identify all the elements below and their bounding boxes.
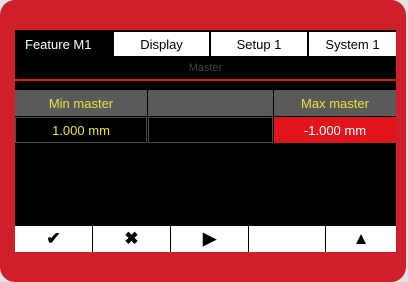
empty-value[interactable]	[148, 117, 273, 143]
page-title: Master	[188, 62, 223, 74]
play-button[interactable]: ▶	[171, 226, 249, 252]
min-master-header: Min master	[15, 90, 147, 116]
tab-feature-m1[interactable]: Feature M1	[15, 30, 112, 58]
empty-header	[148, 90, 273, 116]
min-master-value[interactable]: 1.000 mm	[15, 117, 147, 143]
max-master-header: Max master	[274, 90, 396, 116]
tab-setup-1[interactable]: Setup 1	[211, 32, 307, 56]
max-master-value[interactable]: -1.000 mm	[274, 117, 396, 143]
tab-display[interactable]: Display	[114, 32, 209, 56]
device-frame: Feature M1 Display Setup 1 System 1 Mast…	[0, 0, 406, 282]
blank-softkey[interactable]	[249, 226, 326, 252]
up-arrow-icon: ▲	[352, 229, 370, 248]
tab-system-1[interactable]: System 1	[309, 32, 396, 56]
tab-bar: Feature M1 Display Setup 1 System 1	[15, 30, 396, 58]
display-screen: Feature M1 Display Setup 1 System 1 Mast…	[15, 30, 396, 252]
cross-icon: ✖	[124, 229, 139, 248]
confirm-button[interactable]: ✔	[15, 226, 93, 252]
softkey-bar: ✔ ✖ ▶ ▲	[15, 226, 396, 252]
checkmark-icon: ✔	[46, 229, 61, 248]
up-button[interactable]: ▲	[326, 226, 396, 252]
play-icon: ▶	[202, 229, 217, 248]
title-divider	[15, 79, 396, 81]
cancel-button[interactable]: ✖	[93, 226, 171, 252]
